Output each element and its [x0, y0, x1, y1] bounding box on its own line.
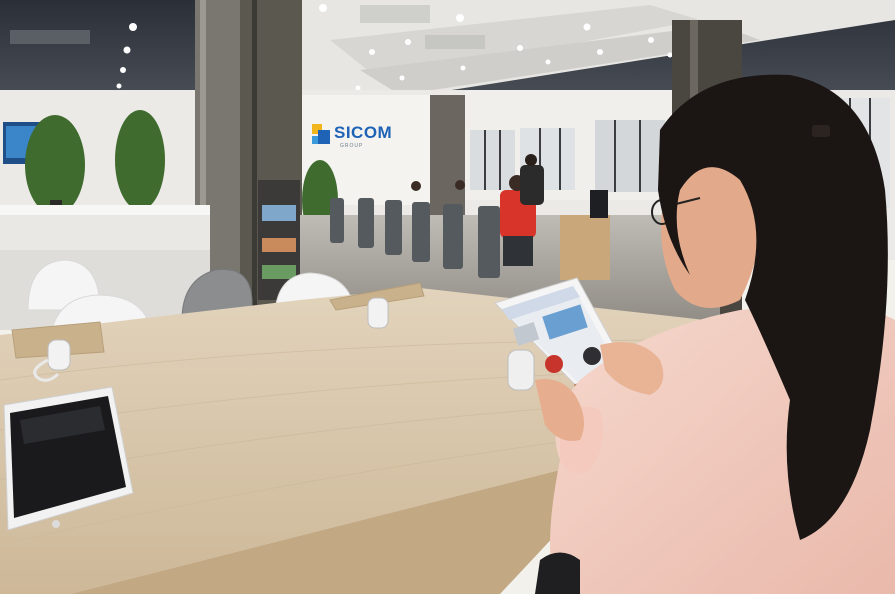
brand-sign-subtext: GROUP [340, 143, 364, 149]
photo-illustration [0, 0, 895, 594]
brand-sign-text: SICOM [334, 123, 393, 142]
photo-scene: SICOM GROUP [0, 0, 895, 594]
info-desk [560, 215, 610, 280]
